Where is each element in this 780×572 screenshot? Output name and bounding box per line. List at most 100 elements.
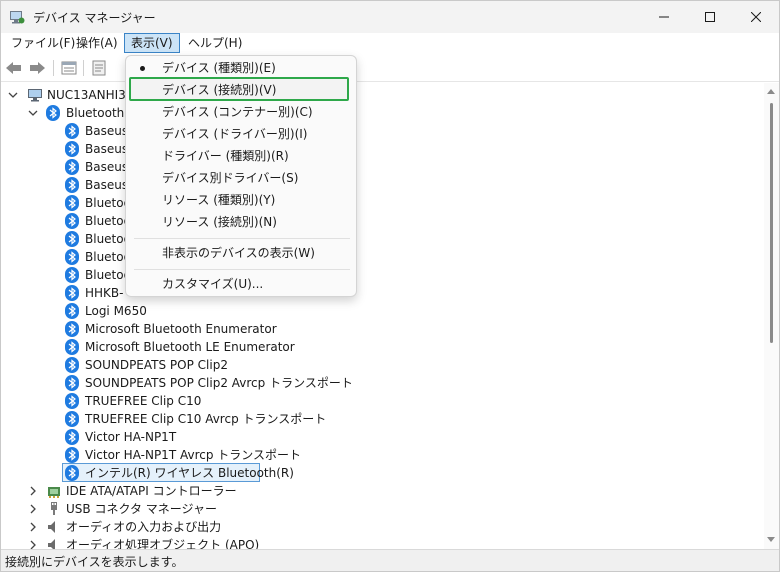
tree-category-label: オーディオ処理オブジェクト (APO) <box>66 538 260 549</box>
device-manager-window: デバイス マネージャー ファイル(F) 操作(A) 表示(V) ヘルプ(H) N… <box>0 0 780 572</box>
bluetooth-device-item[interactable]: Victor HA-NP1T Avrcp トランスポート <box>1 446 321 464</box>
bluetooth-icon <box>65 141 79 157</box>
menu-item-label: ドライバー (種類別)(R) <box>162 149 289 163</box>
bluetooth-device-item[interactable]: TRUEFREE Clip C10 Avrcp トランスポート <box>1 410 326 428</box>
bluetooth-icon <box>65 159 79 175</box>
menu-item-label: デバイス (コンテナー別)(C) <box>162 105 313 119</box>
device-label: インテル(R) ワイヤレス Bluetooth(R) <box>85 466 294 480</box>
device-label: Logi M650 <box>85 304 147 318</box>
toolbar-separator <box>83 60 84 76</box>
bluetooth-icon <box>65 303 79 319</box>
bluetooth-icon <box>65 429 79 445</box>
device-manager-app-icon <box>9 9 25 25</box>
menu-item-label: リソース (接続別)(N) <box>162 215 277 229</box>
bluetooth-icon <box>65 375 79 391</box>
menu-item-devices-by-connection[interactable]: デバイス (接続別)(V) <box>130 79 352 101</box>
scrollbar-thumb[interactable] <box>770 103 773 343</box>
menu-item-label: デバイス (接続別)(V) <box>162 83 277 97</box>
tree-category-label: IDE ATA/ATAPI コントローラー <box>66 484 237 498</box>
device-tree[interactable]: NUC13ANHI3 Bluetooth Baseus Baseus Baseus B… <box>1 83 764 549</box>
bluetooth-icon <box>65 393 79 409</box>
bluetooth-icon <box>65 339 79 355</box>
device-label: Baseus <box>85 160 129 174</box>
tree-category-label: オーディオの入力および出力 <box>66 520 222 534</box>
menu-item-drivers-by-device[interactable]: デバイス別ドライバー(S) <box>130 167 352 189</box>
menu-item-label: 非表示のデバイスの表示(W) <box>162 246 315 260</box>
bluetooth-device-item[interactable]: Microsoft Bluetooth LE Enumerator <box>1 338 321 356</box>
bluetooth-icon <box>65 321 79 337</box>
device-label: Baseus <box>85 178 129 192</box>
menu-item-label: デバイス別ドライバー(S) <box>162 171 299 185</box>
scroll-up-icon[interactable] <box>767 89 775 94</box>
tree-category-usb-connector[interactable]: USB コネクタ マネージャー <box>1 500 301 518</box>
menu-separator <box>134 269 350 270</box>
chevron-down-icon[interactable] <box>27 107 39 119</box>
bluetooth-icon <box>65 213 79 229</box>
device-label: Victor HA-NP1T <box>85 430 177 444</box>
device-label: SOUNDPEATS POP Clip2 Avrcp トランスポート <box>85 376 353 390</box>
forward-arrow-icon[interactable] <box>28 59 46 77</box>
minimize-button[interactable] <box>641 1 687 33</box>
menu-view[interactable]: 表示(V) <box>124 33 180 53</box>
window-title: デバイス マネージャー <box>33 11 156 25</box>
menu-item-resources-by-type[interactable]: リソース (種類別)(Y) <box>130 189 352 211</box>
help-icon[interactable] <box>90 59 108 77</box>
menu-separator <box>134 238 350 239</box>
device-label: SOUNDPEATS POP Clip2 <box>85 358 228 372</box>
bluetooth-device-item[interactable]: TRUEFREE Clip C10 <box>1 392 321 410</box>
menu-item-devices-by-container[interactable]: デバイス (コンテナー別)(C) <box>130 101 352 123</box>
chevron-right-icon[interactable] <box>27 539 39 549</box>
bluetooth-device-item[interactable]: Logi M650 <box>1 302 321 320</box>
device-label: Baseus <box>85 124 129 138</box>
menu-item-label: デバイス (ドライバー別)(I) <box>162 127 308 141</box>
menu-item-resources-by-connection[interactable]: リソース (接続別)(N) <box>130 211 352 233</box>
bluetooth-device-item[interactable]: インテル(R) ワイヤレス Bluetooth(R) <box>1 464 321 482</box>
back-arrow-icon[interactable] <box>5 59 23 77</box>
bluetooth-device-item[interactable]: Victor HA-NP1T <box>1 428 321 446</box>
menu-bar: ファイル(F) 操作(A) 表示(V) ヘルプ(H) <box>1 33 779 53</box>
bluetooth-icon <box>46 105 60 121</box>
bluetooth-device-item[interactable]: Microsoft Bluetooth Enumerator <box>1 320 321 338</box>
speaker-icon <box>46 519 62 535</box>
maximize-button[interactable] <box>687 1 733 33</box>
menu-help[interactable]: ヘルプ(H) <box>182 33 248 53</box>
device-label: TRUEFREE Clip C10 Avrcp トランスポート <box>85 412 327 426</box>
menu-item-devices-by-type[interactable]: デバイス (種類別)(E) <box>130 57 352 79</box>
chevron-right-icon[interactable] <box>27 503 39 515</box>
bluetooth-device-item[interactable]: SOUNDPEATS POP Clip2 Avrcp トランスポート <box>1 374 353 392</box>
device-label: Baseus <box>85 142 129 156</box>
menu-item-customize[interactable]: カスタマイズ(U)... <box>130 273 352 295</box>
menu-action[interactable]: 操作(A) <box>70 33 124 53</box>
view-menu-dropdown: デバイス (種類別)(E) デバイス (接続別)(V) デバイス (コンテナー別… <box>125 55 357 297</box>
close-button[interactable] <box>733 1 779 33</box>
bluetooth-icon <box>65 465 79 481</box>
toolbar-separator <box>53 60 54 76</box>
tree-category-apo[interactable]: オーディオ処理オブジェクト (APO) <box>1 536 301 549</box>
menu-item-devices-by-driver[interactable]: デバイス (ドライバー別)(I) <box>130 123 352 145</box>
chevron-down-icon[interactable] <box>7 89 19 101</box>
scroll-down-icon[interactable] <box>767 537 775 542</box>
bluetooth-icon <box>65 231 79 247</box>
properties-icon[interactable] <box>60 59 78 77</box>
menu-item-label: デバイス (種類別)(E) <box>162 61 276 75</box>
tree-category-audio-io[interactable]: オーディオの入力および出力 <box>1 518 301 536</box>
device-label: TRUEFREE Clip C10 <box>85 394 202 408</box>
ide-controller-icon <box>46 483 62 499</box>
bluetooth-icon <box>65 267 79 283</box>
bluetooth-icon <box>65 123 79 139</box>
vertical-scrollbar[interactable] <box>764 83 779 549</box>
menu-item-drivers-by-type[interactable]: ドライバー (種類別)(R) <box>130 145 352 167</box>
menu-item-show-hidden-devices[interactable]: 非表示のデバイスの表示(W) <box>130 242 352 264</box>
bluetooth-device-item[interactable]: SOUNDPEATS POP Clip2 <box>1 356 321 374</box>
title-bar[interactable]: デバイス マネージャー <box>1 1 779 33</box>
bluetooth-icon <box>65 285 79 301</box>
chevron-right-icon[interactable] <box>27 521 39 533</box>
bluetooth-icon <box>65 249 79 265</box>
tree-category-label: Bluetooth <box>66 106 125 120</box>
tree-category-ide[interactable]: IDE ATA/ATAPI コントローラー <box>1 482 301 500</box>
bluetooth-icon <box>65 411 79 427</box>
device-label: Microsoft Bluetooth Enumerator <box>85 322 277 336</box>
chevron-right-icon[interactable] <box>27 485 39 497</box>
menu-item-label: リソース (種類別)(Y) <box>162 193 276 207</box>
status-bar: 接続別にデバイスを表示します。 <box>1 549 779 571</box>
